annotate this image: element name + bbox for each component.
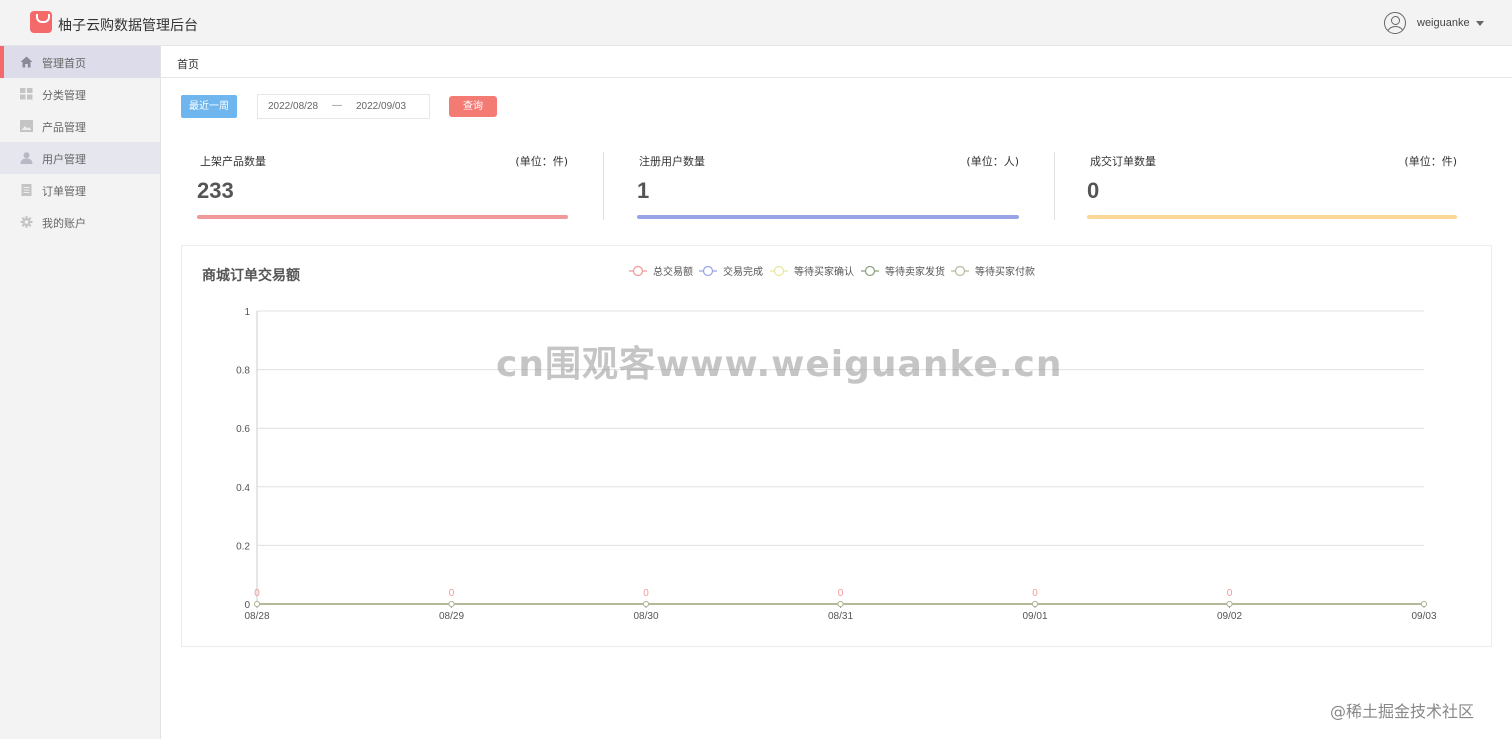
x-tick-label: 08/28 (244, 611, 269, 622)
date-separator: — (332, 100, 342, 111)
username-dropdown[interactable]: weiguanke (1417, 17, 1470, 29)
data-label: 0 (1227, 588, 1233, 599)
x-tick-label: 09/03 (1411, 611, 1436, 622)
y-tick-label: 1 (244, 307, 250, 318)
query-button[interactable]: 查询 (449, 96, 497, 117)
sidebar-item-home[interactable]: 管理首页 (0, 46, 160, 78)
user-icon (20, 152, 33, 164)
legend-marker (773, 265, 785, 277)
end-date-input[interactable]: 2022/09/03 (356, 101, 406, 112)
x-tick-label: 08/30 (633, 611, 658, 622)
data-label: 0 (254, 588, 260, 599)
legend-label: 等待卖家发货 (885, 265, 945, 278)
top-header: 柚子云购数据管理后台 weiguanke (0, 0, 1512, 46)
stat-label: 上架产品数量 (200, 155, 266, 168)
stat-label: 成交订单数量 (1090, 155, 1156, 168)
data-label: 0 (838, 588, 844, 599)
breadcrumb[interactable]: 首页 (177, 56, 199, 72)
data-label: 0 (449, 588, 455, 599)
legend-label: 等待买家付款 (975, 265, 1035, 278)
document-icon (21, 184, 32, 196)
stat-unit: (单位：件) (515, 155, 568, 168)
y-tick-label: 0.2 (236, 541, 250, 552)
stat-bar (197, 215, 568, 219)
data-point (643, 601, 649, 607)
stat-bar (1087, 215, 1457, 219)
sidebar-item-label: 订单管理 (42, 185, 86, 198)
stat-divider (1054, 152, 1055, 220)
sidebar: 管理首页 分类管理 产品管理 用户管理 订单管理 我的账户 (0, 46, 161, 739)
legend-label: 总交易额 (653, 265, 693, 278)
data-point (837, 601, 844, 607)
stat-divider (603, 152, 604, 220)
x-tick-label: 08/31 (828, 611, 853, 622)
stat-unit: (单位：件) (1404, 155, 1457, 168)
home-icon (20, 56, 33, 68)
legend-marker (632, 265, 644, 277)
data-point (1226, 601, 1233, 607)
last-week-button[interactable]: 最近一周 (181, 95, 237, 118)
y-tick-label: 0.6 (236, 424, 250, 435)
y-tick-label: 0.4 (236, 483, 250, 494)
stat-value: 1 (637, 178, 650, 203)
app-title: 柚子云购数据管理后台 (58, 18, 198, 34)
legend-marker (702, 265, 714, 277)
grid-icon (20, 88, 33, 100)
stat-card-orders: 成交订单数量 (单位：件) 0 (1087, 150, 1457, 222)
stat-value: 0 (1087, 178, 1100, 203)
legend-marker (954, 265, 966, 277)
y-tick-label: 0.8 (236, 366, 250, 377)
shopping-bag-logo-icon (30, 11, 52, 33)
y-tick-label: 0 (244, 600, 250, 611)
caret-down-icon[interactable] (1476, 21, 1484, 26)
sidebar-item-category[interactable]: 分类管理 (0, 78, 160, 110)
data-point (254, 601, 260, 607)
stat-bar (637, 215, 1019, 219)
data-label: 0 (643, 588, 649, 599)
legend-label: 等待买家确认 (794, 265, 854, 278)
start-date-input[interactable]: 2022/08/28 (268, 101, 318, 112)
stat-label: 注册用户数量 (639, 155, 705, 168)
data-label: 0 (1032, 588, 1038, 599)
sidebar-item-account[interactable]: 我的账户 (0, 206, 160, 238)
sidebar-item-label: 我的账户 (42, 217, 86, 230)
order-trade-chart[interactable]: 0 0.2 0.4 0.6 0.8 1 08/28 08/29 08/30 08/31 09/01 0… (182, 246, 1493, 648)
data-point (1421, 601, 1427, 607)
legend-marker (864, 265, 876, 277)
data-point (1032, 601, 1038, 607)
date-range-picker[interactable]: 2022/08/28 — 2022/09/03 (257, 94, 430, 119)
stat-value: 233 (197, 178, 234, 203)
stat-card-products: 上架产品数量 (单位：件) 233 (197, 150, 568, 222)
stat-unit: (单位：人) (966, 155, 1019, 168)
x-tick-label: 09/01 (1022, 611, 1047, 622)
legend-label: 交易完成 (723, 265, 763, 278)
sidebar-item-products[interactable]: 产品管理 (0, 110, 160, 142)
data-point (448, 601, 455, 607)
x-tick-label: 08/29 (439, 611, 464, 622)
sidebar-item-label: 用户管理 (42, 153, 86, 166)
chart-panel: 0 0.2 0.4 0.6 0.8 1 08/28 08/29 08/30 08/31 09/01 0… (181, 245, 1492, 647)
watermark-text: cn围观客www.weiguanke.cn (496, 344, 1063, 385)
user-avatar-icon[interactable] (1384, 12, 1406, 34)
breadcrumb-bar: 首页 (161, 46, 1512, 78)
gear-icon (20, 216, 33, 228)
chart-title: 商城订单交易额 (202, 268, 300, 284)
x-tick-label: 09/02 (1217, 611, 1242, 622)
footer-watermark: @稀土掘金技术社区 (1330, 702, 1475, 721)
sidebar-item-label: 产品管理 (42, 121, 86, 134)
sidebar-item-users[interactable]: 用户管理 (0, 142, 160, 174)
stat-card-users: 注册用户数量 (单位：人) 1 (637, 150, 1019, 222)
sidebar-item-label: 分类管理 (42, 89, 86, 102)
sidebar-item-label: 管理首页 (42, 57, 86, 70)
image-icon (20, 120, 33, 132)
sidebar-item-orders[interactable]: 订单管理 (0, 174, 160, 206)
